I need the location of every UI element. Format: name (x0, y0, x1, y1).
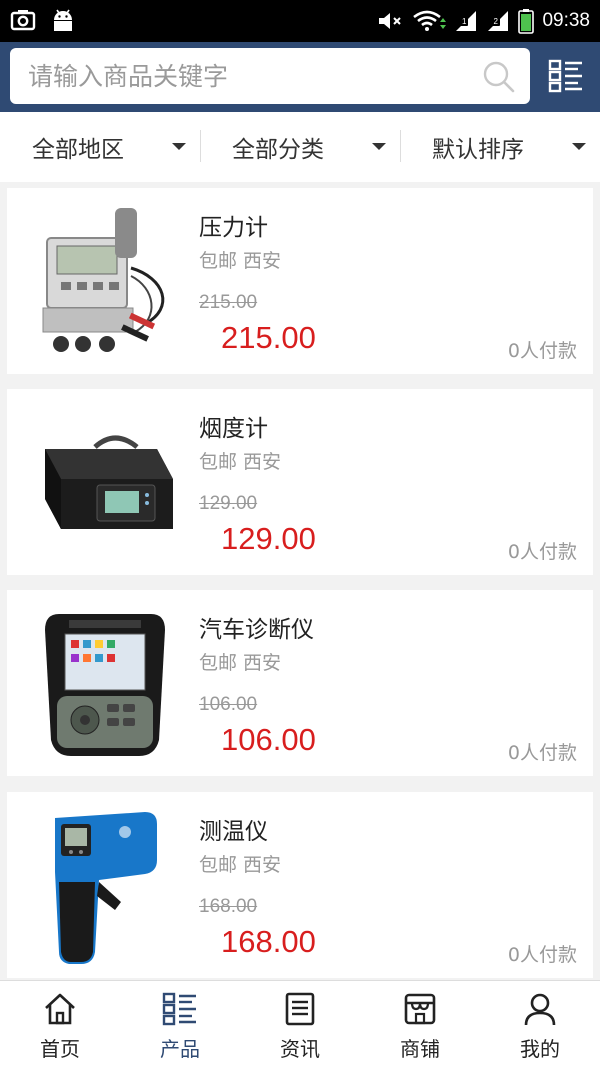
product-shipping: 包邮 西安 (199, 451, 282, 473)
filter-sort-label: 默认排序 (432, 137, 524, 163)
product-shipping: 包邮 西安 (199, 250, 282, 272)
product-paid-count: 0人付款 (507, 944, 577, 966)
diagnostic-tool-image (45, 614, 165, 756)
product-price: 168.00 (221, 924, 316, 959)
shop-icon (404, 993, 436, 1025)
product-card[interactable]: 汽车诊断仪 包邮 西安 106.00 106.00 0人付款 (7, 590, 593, 776)
product-original-price: 168.00 (199, 896, 258, 917)
nav-news[interactable]: 资讯 (240, 981, 360, 1067)
caret-down-icon (372, 143, 386, 150)
search-box[interactable] (10, 48, 530, 104)
nav-shop-label: 商铺 (400, 1037, 440, 1061)
battery-icon (518, 9, 535, 34)
product-price: 215.00 (221, 320, 316, 355)
nav-home-label: 首页 (40, 1037, 80, 1061)
product-title: 测温仪 (199, 819, 268, 845)
filter-bar: 全部地区 全部分类 默认排序 (0, 112, 600, 182)
filter-sort[interactable]: 默认排序 (400, 112, 600, 182)
filter-region-label: 全部地区 (32, 137, 124, 163)
filter-category[interactable]: 全部分类 (200, 112, 400, 182)
mute-icon (379, 13, 402, 29)
product-paid-count: 0人付款 (507, 742, 577, 764)
nav-products[interactable]: 产品 (120, 981, 240, 1067)
product-card[interactable]: 测温仪 包邮 西安 168.00 168.00 0人付款 (7, 792, 593, 978)
product-title: 烟度计 (199, 416, 268, 442)
product-shipping: 包邮 西安 (199, 652, 282, 674)
product-paid-count: 0人付款 (507, 541, 577, 563)
product-paid-count: 0人付款 (507, 340, 577, 362)
nav-news-label: 资讯 (280, 1037, 320, 1061)
svg-text:1: 1 (462, 17, 467, 26)
status-bar: 1 2 09:38 (0, 0, 600, 42)
product-price: 106.00 (221, 722, 316, 757)
news-icon (285, 992, 315, 1026)
product-list-icon (162, 992, 196, 1026)
product-original-price: 129.00 (199, 493, 258, 514)
user-icon (524, 993, 556, 1026)
product-original-price: 215.00 (199, 292, 258, 313)
nav-me-label: 我的 (520, 1037, 560, 1061)
screenshot-icon (10, 10, 36, 31)
filter-category-label: 全部分类 (232, 137, 324, 163)
product-title: 压力计 (199, 215, 268, 241)
sim1-signal-icon: 1 (456, 11, 477, 31)
smoke-meter-image (45, 435, 173, 529)
bottom-nav: 首页 产品 资讯 商铺 我的 (0, 980, 600, 1067)
nav-home[interactable]: 首页 (0, 981, 120, 1067)
product-title: 汽车诊断仪 (199, 617, 314, 643)
nav-shop[interactable]: 商铺 (360, 981, 480, 1067)
header (0, 42, 600, 112)
product-card[interactable]: 压力计 包邮 西安 215.00 215.00 0人付款 (7, 188, 593, 374)
pressure-gauge-image (42, 208, 165, 352)
sim2-signal-icon: 2 (488, 11, 509, 31)
clock: 09:38 (542, 10, 590, 31)
product-original-price: 106.00 (199, 694, 258, 715)
product-card[interactable]: 烟度计 包邮 西安 129.00 129.00 0人付款 (7, 389, 593, 575)
caret-down-icon (572, 143, 586, 150)
search-icon[interactable] (482, 60, 516, 94)
home-icon (45, 993, 75, 1025)
product-shipping: 包邮 西安 (199, 854, 282, 876)
caret-down-icon (172, 143, 186, 150)
thermometer-image (55, 812, 157, 964)
nav-me[interactable]: 我的 (480, 981, 600, 1067)
android-icon (54, 9, 72, 31)
search-input[interactable] (28, 48, 468, 104)
category-menu-icon[interactable] (548, 58, 584, 94)
nav-products-label: 产品 (160, 1037, 200, 1061)
filter-region[interactable]: 全部地区 (0, 112, 200, 182)
svg-text:2: 2 (494, 17, 499, 26)
wifi-icon (413, 10, 447, 31)
product-price: 129.00 (221, 521, 316, 556)
